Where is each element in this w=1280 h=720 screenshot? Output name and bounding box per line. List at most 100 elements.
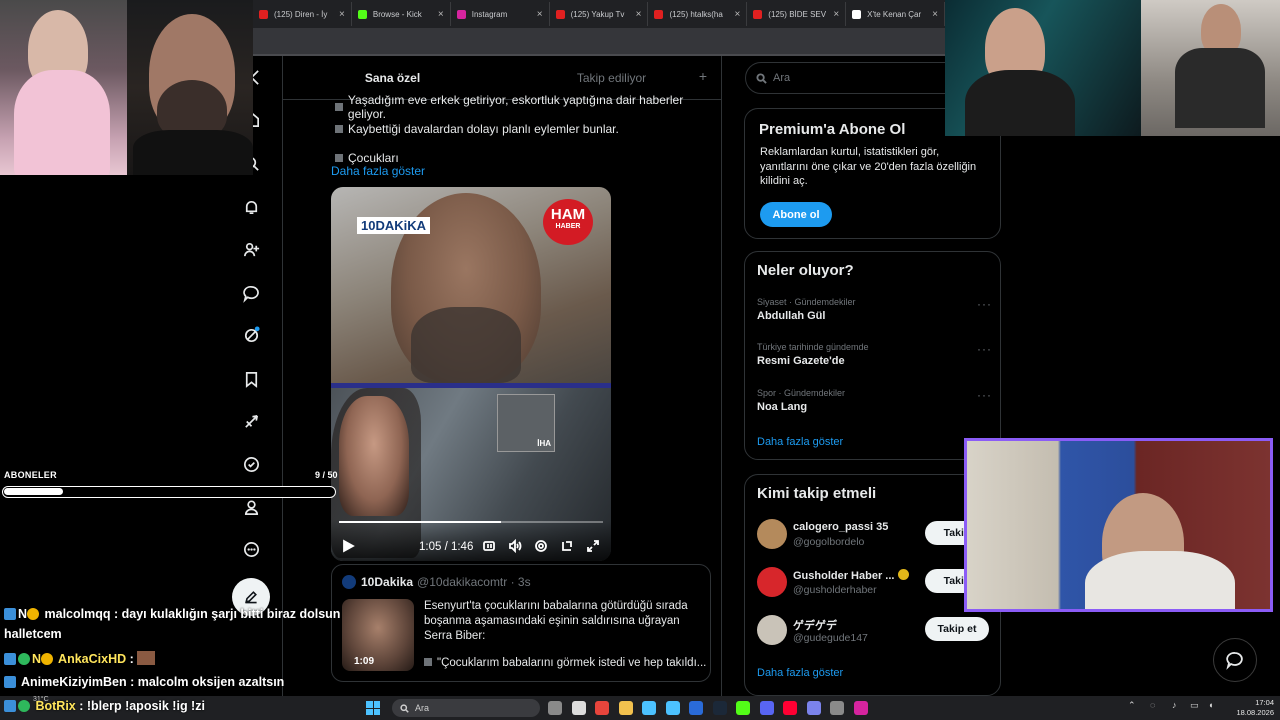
trends-show-more-link[interactable]: Daha fazla göster — [757, 436, 843, 448]
browser-tab[interactable]: Browse - Kick × — [352, 2, 451, 26]
trends-title: Neler oluyor? — [757, 262, 854, 279]
video-progress-bar[interactable] — [339, 521, 603, 523]
close-tab-icon[interactable]: × — [339, 9, 345, 20]
subscriber-goal-label: ABONELER — [4, 470, 57, 480]
taskbar-app-icon[interactable] — [853, 701, 868, 715]
avatar — [757, 519, 787, 549]
add-feed-icon[interactable]: + — [699, 68, 707, 84]
settings-icon[interactable] — [534, 539, 548, 553]
quoted-author-name: 10Dakika — [361, 575, 414, 589]
windows-start-icon[interactable] — [366, 701, 380, 715]
taskbar-app-icon[interactable] — [548, 701, 562, 715]
post-text-line: Çocukları — [335, 151, 399, 165]
who-to-follow-title: Kimi takip etmeli — [757, 485, 877, 502]
premium-icon[interactable] — [240, 410, 262, 432]
avatar — [342, 575, 356, 589]
quoted-video-thumbnail[interactable]: 1:09 — [342, 599, 414, 671]
taskbar-app-icon[interactable] — [689, 701, 703, 715]
webcam-overlay-2 — [127, 0, 253, 175]
taskbar-clock[interactable]: 17:04 18.08.2026 — [1228, 698, 1274, 718]
close-tab-icon[interactable]: × — [438, 9, 444, 20]
tab-favicon-icon — [852, 9, 862, 19]
trend-item[interactable]: Spor · Gündemdekiler Noa Lang ··· — [757, 388, 992, 413]
close-tab-icon[interactable]: × — [537, 9, 543, 20]
search-icon — [400, 703, 409, 713]
verified-orgs-icon[interactable] — [240, 453, 262, 475]
messages-button[interactable] — [1213, 638, 1257, 682]
notifications-icon[interactable] — [240, 196, 262, 218]
subscribe-button[interactable]: Abone ol — [760, 202, 832, 227]
tab-favicon-icon — [753, 9, 763, 19]
fullscreen-icon[interactable] — [586, 539, 600, 553]
video-frame-top: 10DAKiKA HAM HABER — [331, 187, 611, 383]
communities-icon[interactable] — [240, 324, 262, 346]
quoted-post[interactable]: 10Dakika @10dakikacomtr · 3s 1:09 Esenyu… — [331, 564, 711, 682]
taskbar-app-icon[interactable] — [618, 701, 633, 715]
taskbar-app-icon[interactable] — [736, 701, 750, 715]
close-tab-icon[interactable]: × — [833, 9, 839, 20]
tray-network-icon[interactable]: ◌ — [1150, 700, 1155, 710]
browser-tab[interactable]: (125) Diren - İy × — [253, 2, 352, 26]
chat-message: N malcolmqq : dayı kulaklığın şarjı bitt… — [4, 607, 340, 621]
taskbar-search-input[interactable]: Ara — [392, 699, 540, 717]
more-icon[interactable] — [240, 538, 262, 560]
follow-suggestion[interactable]: calogero_passi 35 @gogolbordelo Takip — [757, 519, 997, 553]
taskbar-app-icon[interactable] — [806, 701, 821, 715]
tab-following[interactable]: Takip ediliyor — [502, 71, 721, 85]
quoted-author-handle: @10dakikacomtr · 3s — [417, 575, 531, 589]
badge-icon — [18, 653, 30, 665]
tab-for-you[interactable]: Sana özel — [283, 71, 502, 85]
who-to-follow-card: Kimi takip etmeli calogero_passi 35 @gog… — [744, 474, 1001, 696]
picture-in-picture-icon[interactable] — [560, 539, 574, 553]
tray-chevron-icon[interactable]: ⌃ — [1128, 700, 1136, 711]
play-icon[interactable] — [341, 539, 355, 553]
trend-item[interactable]: Siyaset · Gündemdekiler Abdullah Gül ··· — [757, 297, 992, 322]
avatar — [757, 615, 787, 645]
follow-icon[interactable] — [240, 238, 262, 260]
taskbar-app-icon[interactable] — [830, 701, 844, 715]
more-options-icon[interactable]: ··· — [977, 342, 992, 356]
taskbar-app-icon[interactable] — [783, 701, 797, 715]
trend-item[interactable]: Türkiye tarihinde gündemde Resmi Gazete'… — [757, 342, 992, 367]
premium-title: Premium'a Abone Ol — [759, 121, 906, 138]
bullet-icon — [424, 658, 432, 666]
more-options-icon[interactable]: ··· — [977, 388, 992, 402]
bookmarks-icon[interactable] — [240, 368, 262, 390]
taskbar-app-icon[interactable] — [571, 701, 586, 715]
taskbar-app-icon[interactable] — [595, 701, 609, 715]
verified-badge-icon — [898, 569, 910, 580]
tab-favicon-icon — [259, 9, 268, 19]
follow-suggestion[interactable]: ゲデゲデ @gudegude147 Takip et — [757, 615, 997, 649]
badge-icon — [27, 608, 40, 620]
show-more-link[interactable]: Daha fazla göster — [331, 164, 425, 178]
taskbar-app-icon[interactable] — [665, 701, 680, 715]
taskbar-app-icon[interactable] — [642, 701, 656, 715]
more-options-icon[interactable]: ··· — [977, 297, 992, 311]
video-player[interactable]: 10DAKiKA HAM HABER İHA 1:05 / 1:46 — [331, 187, 611, 561]
who-to-follow-show-more-link[interactable]: Daha fazla göster — [757, 667, 843, 679]
close-tab-icon[interactable]: × — [734, 9, 740, 20]
taskbar-app-icon[interactable] — [712, 701, 727, 715]
volume-icon[interactable] — [508, 539, 522, 553]
tray-display-icon[interactable]: ▭ — [1190, 700, 1199, 711]
browser-tab[interactable]: Instagram × — [451, 2, 550, 26]
follow-button[interactable]: Takip et — [925, 617, 989, 641]
tab-title: X'te Kenan Çar — [867, 9, 922, 19]
tab-favicon-icon — [357, 9, 367, 19]
browser-tab[interactable]: (125) Yakup Tv × — [550, 2, 649, 26]
tab-title: Instagram — [471, 9, 508, 19]
follow-suggestion[interactable]: Gusholder Haber ... @gusholderhaber Taki… — [757, 567, 997, 601]
browser-tab[interactable]: (125) htalks(ha × — [648, 2, 748, 26]
tray-volume-icon[interactable]: ◖ — [1208, 700, 1213, 710]
close-tab-icon[interactable]: × — [636, 9, 642, 20]
taskbar-app-icon[interactable] — [759, 701, 774, 715]
grok-icon[interactable] — [240, 282, 262, 304]
close-tab-icon[interactable]: × — [932, 9, 938, 20]
browser-tab[interactable]: (125) BİDE SEV × — [747, 2, 847, 26]
captions-icon[interactable] — [482, 539, 496, 553]
webcam-overlay-1 — [0, 0, 127, 175]
tab-title: (125) Yakup Tv — [570, 9, 625, 19]
tray-mic-icon[interactable]: ♪ — [1172, 700, 1177, 710]
browser-tab[interactable]: X'te Kenan Çar × — [846, 2, 946, 26]
profile-icon[interactable] — [240, 496, 262, 518]
